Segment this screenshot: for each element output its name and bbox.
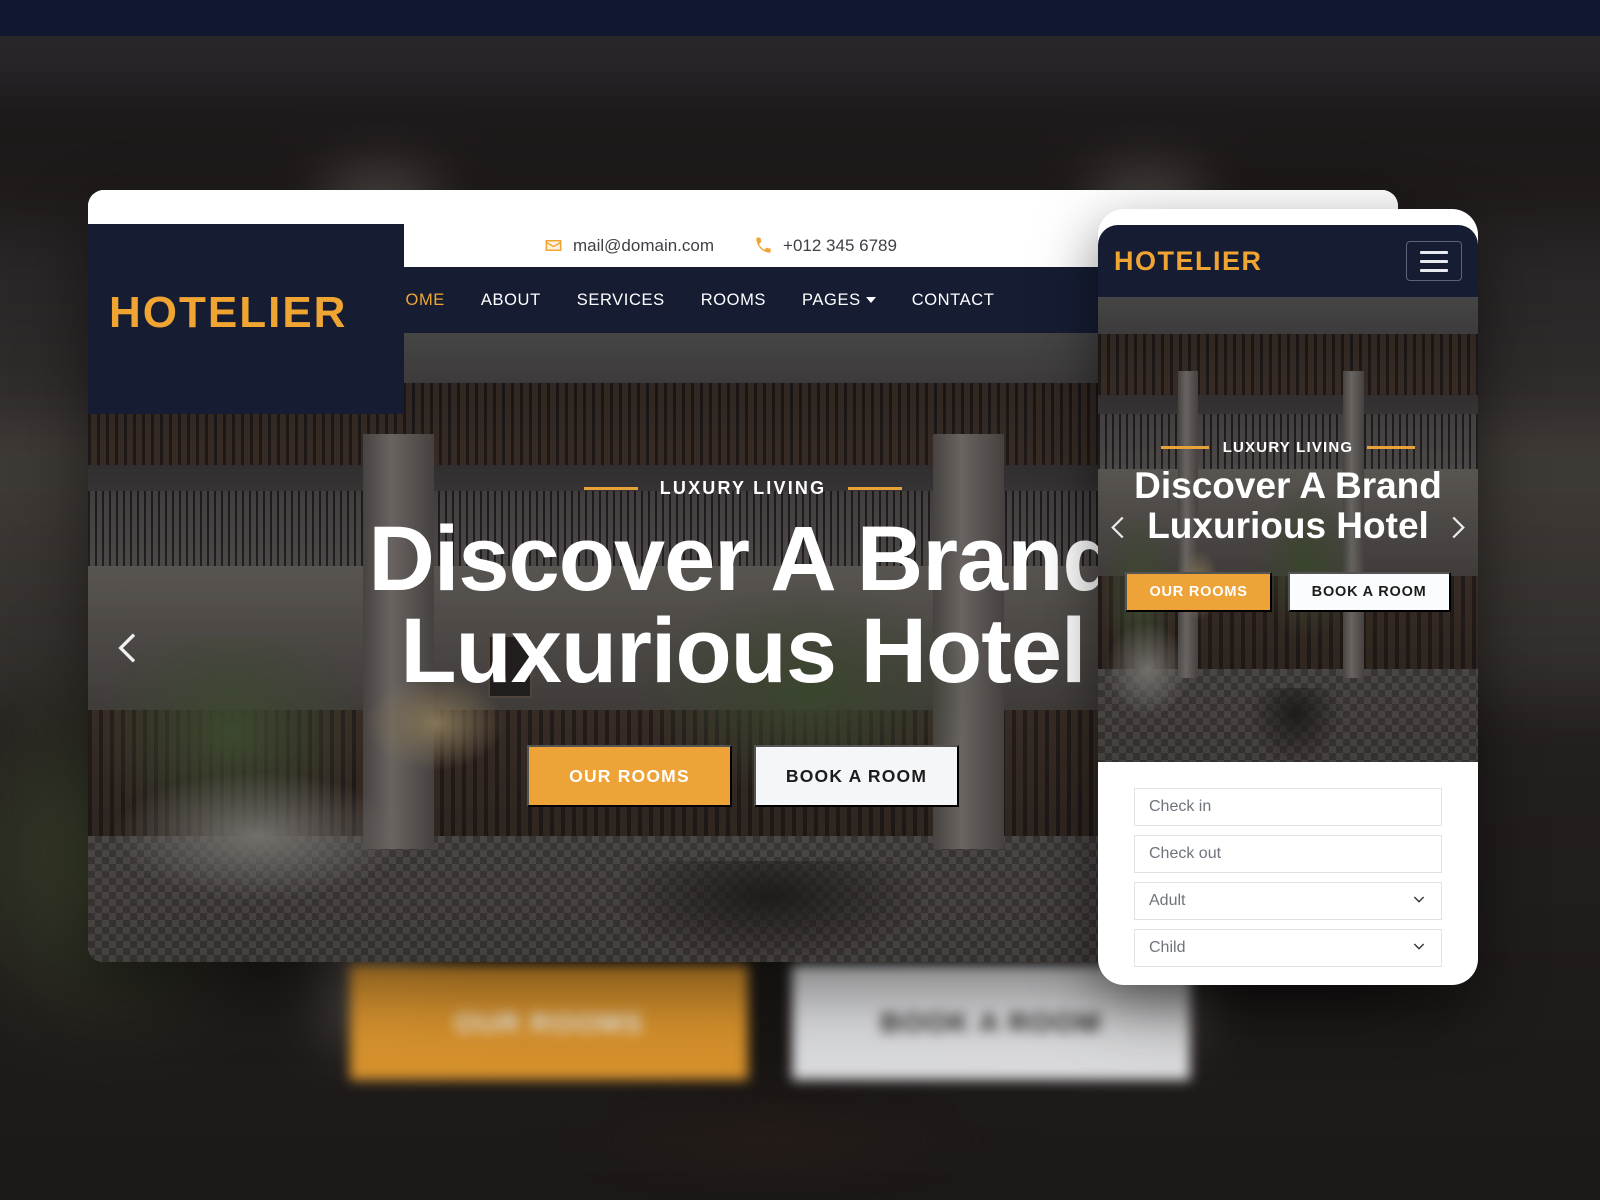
top-strip — [0, 0, 1600, 36]
mobile-carousel-next-button[interactable] — [1442, 512, 1472, 547]
carousel-prev-button[interactable] — [102, 621, 156, 675]
check-out-placeholder: Check out — [1149, 845, 1222, 862]
nav-item-pages-label: PAGES — [802, 290, 861, 309]
mobile-navbar: HOTELIER — [1098, 225, 1478, 297]
mobile-hero-carousel: LUXURY LIVING Discover A Brand Luxurious… — [1098, 297, 1478, 762]
our-rooms-button[interactable]: OUR ROOMS — [527, 745, 732, 807]
contact-phone-text: +012 345 6789 — [783, 235, 897, 255]
hero-eyebrow: LUXURY LIVING — [583, 478, 903, 499]
mobile-mockup: HOTELIER LUXURY LIVING Discover A Brand … — [1098, 209, 1478, 985]
chevron-down-icon — [1411, 938, 1427, 959]
adult-select-label: Adult — [1149, 892, 1186, 909]
nav-item-pages[interactable]: PAGES — [802, 291, 876, 310]
mobile-brand-logo[interactable]: HOTELIER — [1114, 246, 1263, 277]
mobile-screen: HOTELIER LUXURY LIVING Discover A Brand … — [1098, 225, 1478, 969]
contact-email-text: mail@domain.com — [573, 235, 715, 255]
chevron-down-icon — [865, 297, 876, 303]
phone-icon — [754, 236, 773, 255]
nav-item-services-label: SERVICES — [576, 290, 665, 309]
mobile-hero-title-line-1: Discover A Brand — [1134, 465, 1442, 507]
child-select[interactable]: Child — [1134, 929, 1442, 967]
check-in-placeholder: Check in — [1149, 798, 1212, 815]
nav-item-rooms[interactable]: ROOMS — [701, 291, 766, 310]
mobile-eyebrow-rule-left — [1160, 446, 1209, 450]
check-in-input[interactable]: Check in — [1134, 788, 1442, 826]
book-a-room-button[interactable]: BOOK A ROOM — [754, 745, 959, 807]
mobile-hero-eyebrow-text: LUXURY LIVING — [1222, 439, 1354, 457]
mobile-hero-buttons: OUR ROOMS BOOK A ROOM — [1125, 571, 1451, 612]
chevron-down-icon — [1411, 891, 1427, 912]
hero-title-line-1: Discover A Brand — [368, 508, 1118, 610]
hero-title: Discover A Brand Luxurious Hotel — [368, 513, 1118, 697]
envelope-icon — [544, 236, 563, 255]
nav-item-rooms-label: ROOMS — [700, 290, 767, 309]
contact-phone[interactable]: +012 345 6789 — [754, 236, 897, 256]
hero-buttons: OUR ROOMS BOOK A ROOM — [527, 745, 959, 807]
mobile-hero-eyebrow: LUXURY LIVING — [1160, 439, 1416, 457]
child-select-label: Child — [1149, 939, 1186, 956]
nav-item-about-label: ABOUT — [480, 290, 541, 309]
nav-item-about[interactable]: ABOUT — [481, 291, 541, 310]
mobile-carousel-prev-button[interactable] — [1104, 512, 1134, 547]
nav-item-contact-label: CONTACT — [911, 290, 995, 309]
logo-block: HOTELIER — [88, 224, 404, 414]
booking-form: Check in Check out Adult Child — [1098, 762, 1478, 969]
hero-title-line-2: Luxurious Hotel — [400, 600, 1086, 702]
adult-select[interactable]: Adult — [1134, 882, 1442, 920]
mobile-hero-title-line-2: Luxurious Hotel — [1147, 505, 1429, 546]
nav-links: HOME ABOUT SERVICES ROOMS PAGES CONTACT — [393, 267, 994, 333]
hamburger-menu-icon[interactable] — [1406, 241, 1462, 281]
eyebrow-rule-left — [583, 487, 638, 490]
mobile-eyebrow-rule-right — [1367, 446, 1416, 450]
eyebrow-rule-right — [848, 487, 903, 490]
hero-eyebrow-text: LUXURY LIVING — [659, 478, 827, 498]
mobile-hero-title: Discover A Brand Luxurious Hotel — [1134, 466, 1442, 546]
mobile-our-rooms-button[interactable]: OUR ROOMS — [1125, 571, 1272, 612]
check-out-input[interactable]: Check out — [1134, 835, 1442, 873]
contact-email[interactable]: mail@domain.com — [544, 236, 714, 256]
nav-item-contact[interactable]: CONTACT — [912, 291, 995, 310]
brand-logo[interactable]: HOTELIER — [109, 288, 347, 338]
background-our-rooms-button: OUR ROOMS — [350, 965, 748, 1080]
mobile-book-a-room-button[interactable]: BOOK A ROOM — [1287, 571, 1451, 612]
nav-item-services[interactable]: SERVICES — [577, 291, 665, 310]
